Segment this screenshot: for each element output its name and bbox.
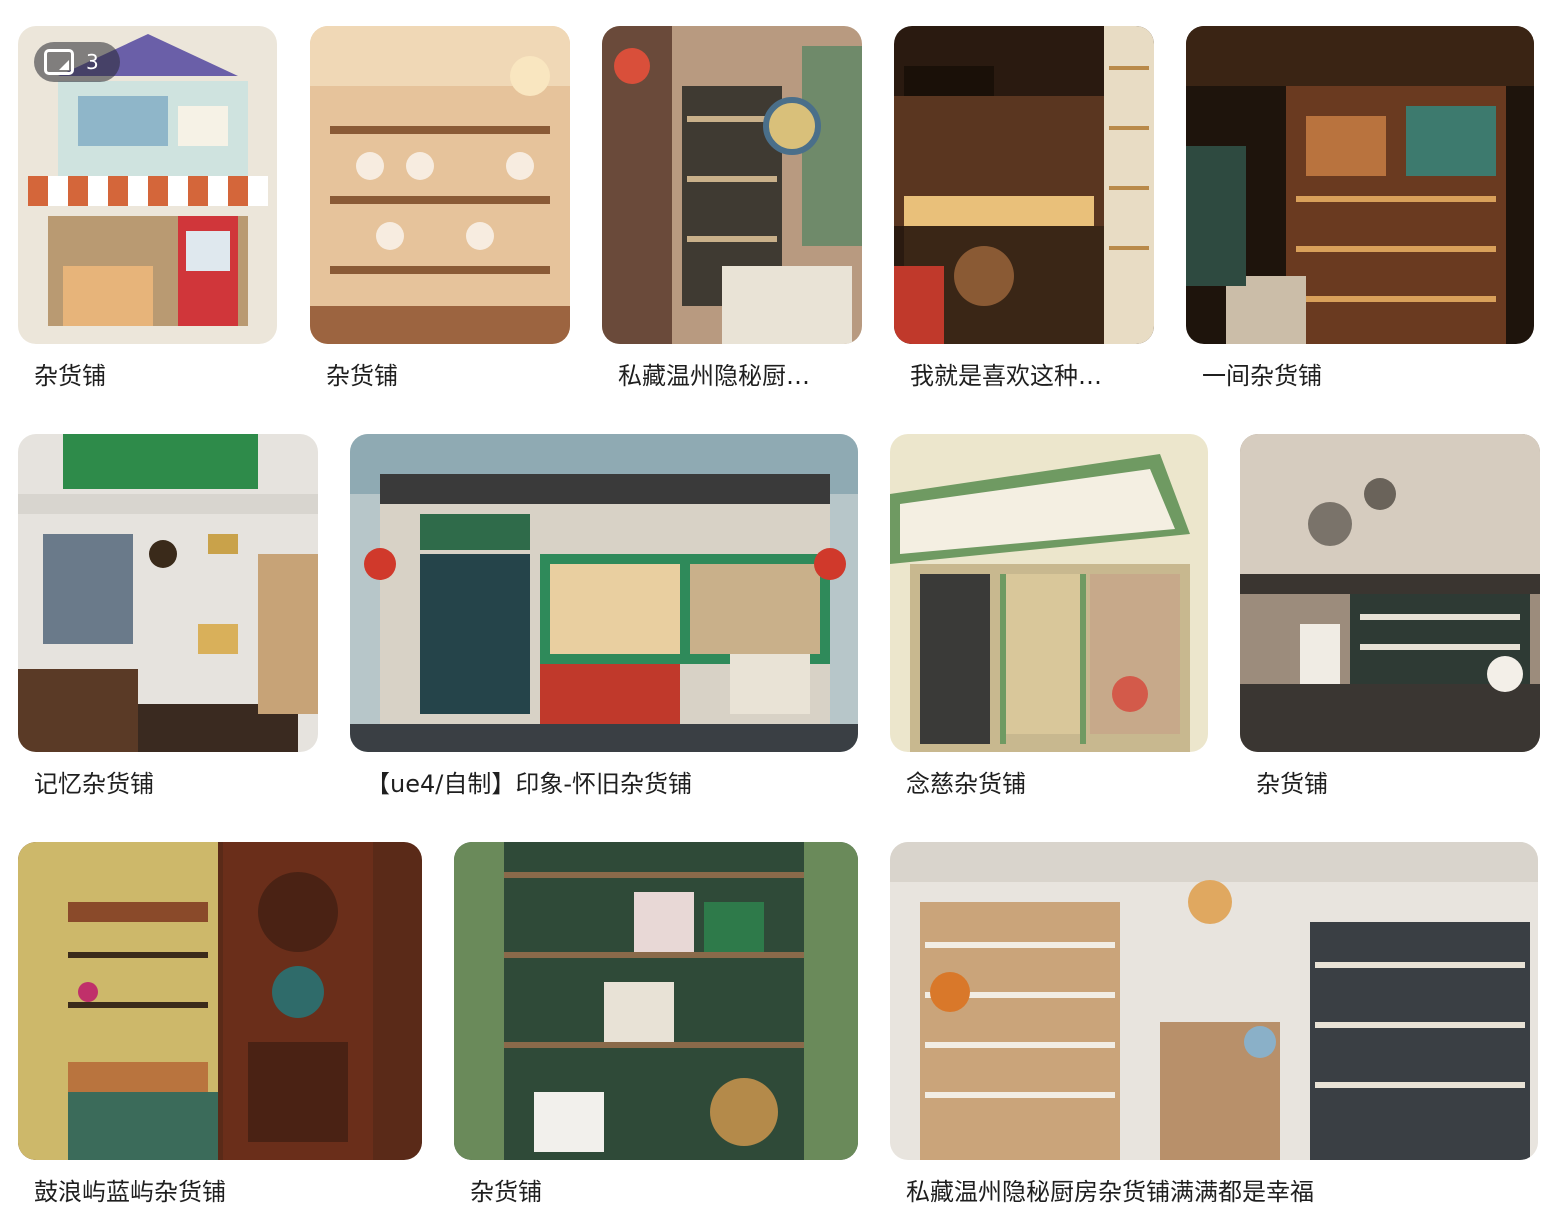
card-caption[interactable]: 杂货铺 bbox=[34, 362, 264, 391]
thumbnail-image[interactable] bbox=[454, 842, 858, 1160]
thumbnail-image[interactable] bbox=[890, 434, 1208, 752]
card-caption[interactable]: 【ue4/自制】印象-怀旧杂货铺 bbox=[366, 770, 846, 799]
shop-photo bbox=[310, 26, 570, 344]
card-caption[interactable]: 鼓浪屿蓝屿杂货铺 bbox=[34, 1178, 414, 1207]
thumbnail-image[interactable] bbox=[18, 434, 318, 752]
thumbnail-image[interactable] bbox=[350, 434, 858, 752]
card-caption[interactable]: 一间杂货铺 bbox=[1202, 362, 1522, 391]
thumbnail-image[interactable] bbox=[602, 26, 862, 344]
shop-photo bbox=[454, 842, 858, 1160]
shop-photo bbox=[894, 26, 1154, 344]
card-caption[interactable]: 私藏温州隐秘厨… bbox=[618, 362, 848, 391]
card-caption[interactable]: 记忆杂货铺 bbox=[34, 770, 304, 799]
thumbnail-image[interactable] bbox=[1240, 434, 1540, 752]
shop-photo bbox=[1186, 26, 1534, 344]
thumbnail-image[interactable] bbox=[18, 842, 422, 1160]
shop-photo bbox=[18, 842, 422, 1160]
card-caption[interactable]: 我就是喜欢这种… bbox=[910, 362, 1140, 391]
card-caption[interactable]: 杂货铺 bbox=[326, 362, 556, 391]
card-caption[interactable]: 杂货铺 bbox=[470, 1178, 850, 1207]
shop-photo bbox=[18, 434, 318, 752]
image-count: 3 bbox=[86, 50, 99, 74]
thumbnail-image[interactable] bbox=[894, 26, 1154, 344]
thumbnail-image[interactable] bbox=[310, 26, 570, 344]
shop-photo bbox=[890, 842, 1538, 1160]
card-caption[interactable]: 杂货铺 bbox=[1256, 770, 1526, 799]
shop-photo bbox=[602, 26, 862, 344]
thumbnail-image[interactable] bbox=[1186, 26, 1534, 344]
card-caption[interactable]: 念慈杂货铺 bbox=[906, 770, 1196, 799]
thumbnail-image[interactable] bbox=[890, 842, 1538, 1160]
thumbnail-image[interactable]: 3 bbox=[18, 26, 277, 344]
shop-render bbox=[350, 434, 858, 752]
image-stack-icon bbox=[44, 49, 74, 75]
shop-photo bbox=[1240, 434, 1540, 752]
multi-image-badge: 3 bbox=[34, 42, 120, 82]
card-caption[interactable]: 私藏温州隐秘厨房杂货铺满满都是幸福 bbox=[906, 1178, 1526, 1207]
shop-illustration bbox=[890, 434, 1208, 752]
